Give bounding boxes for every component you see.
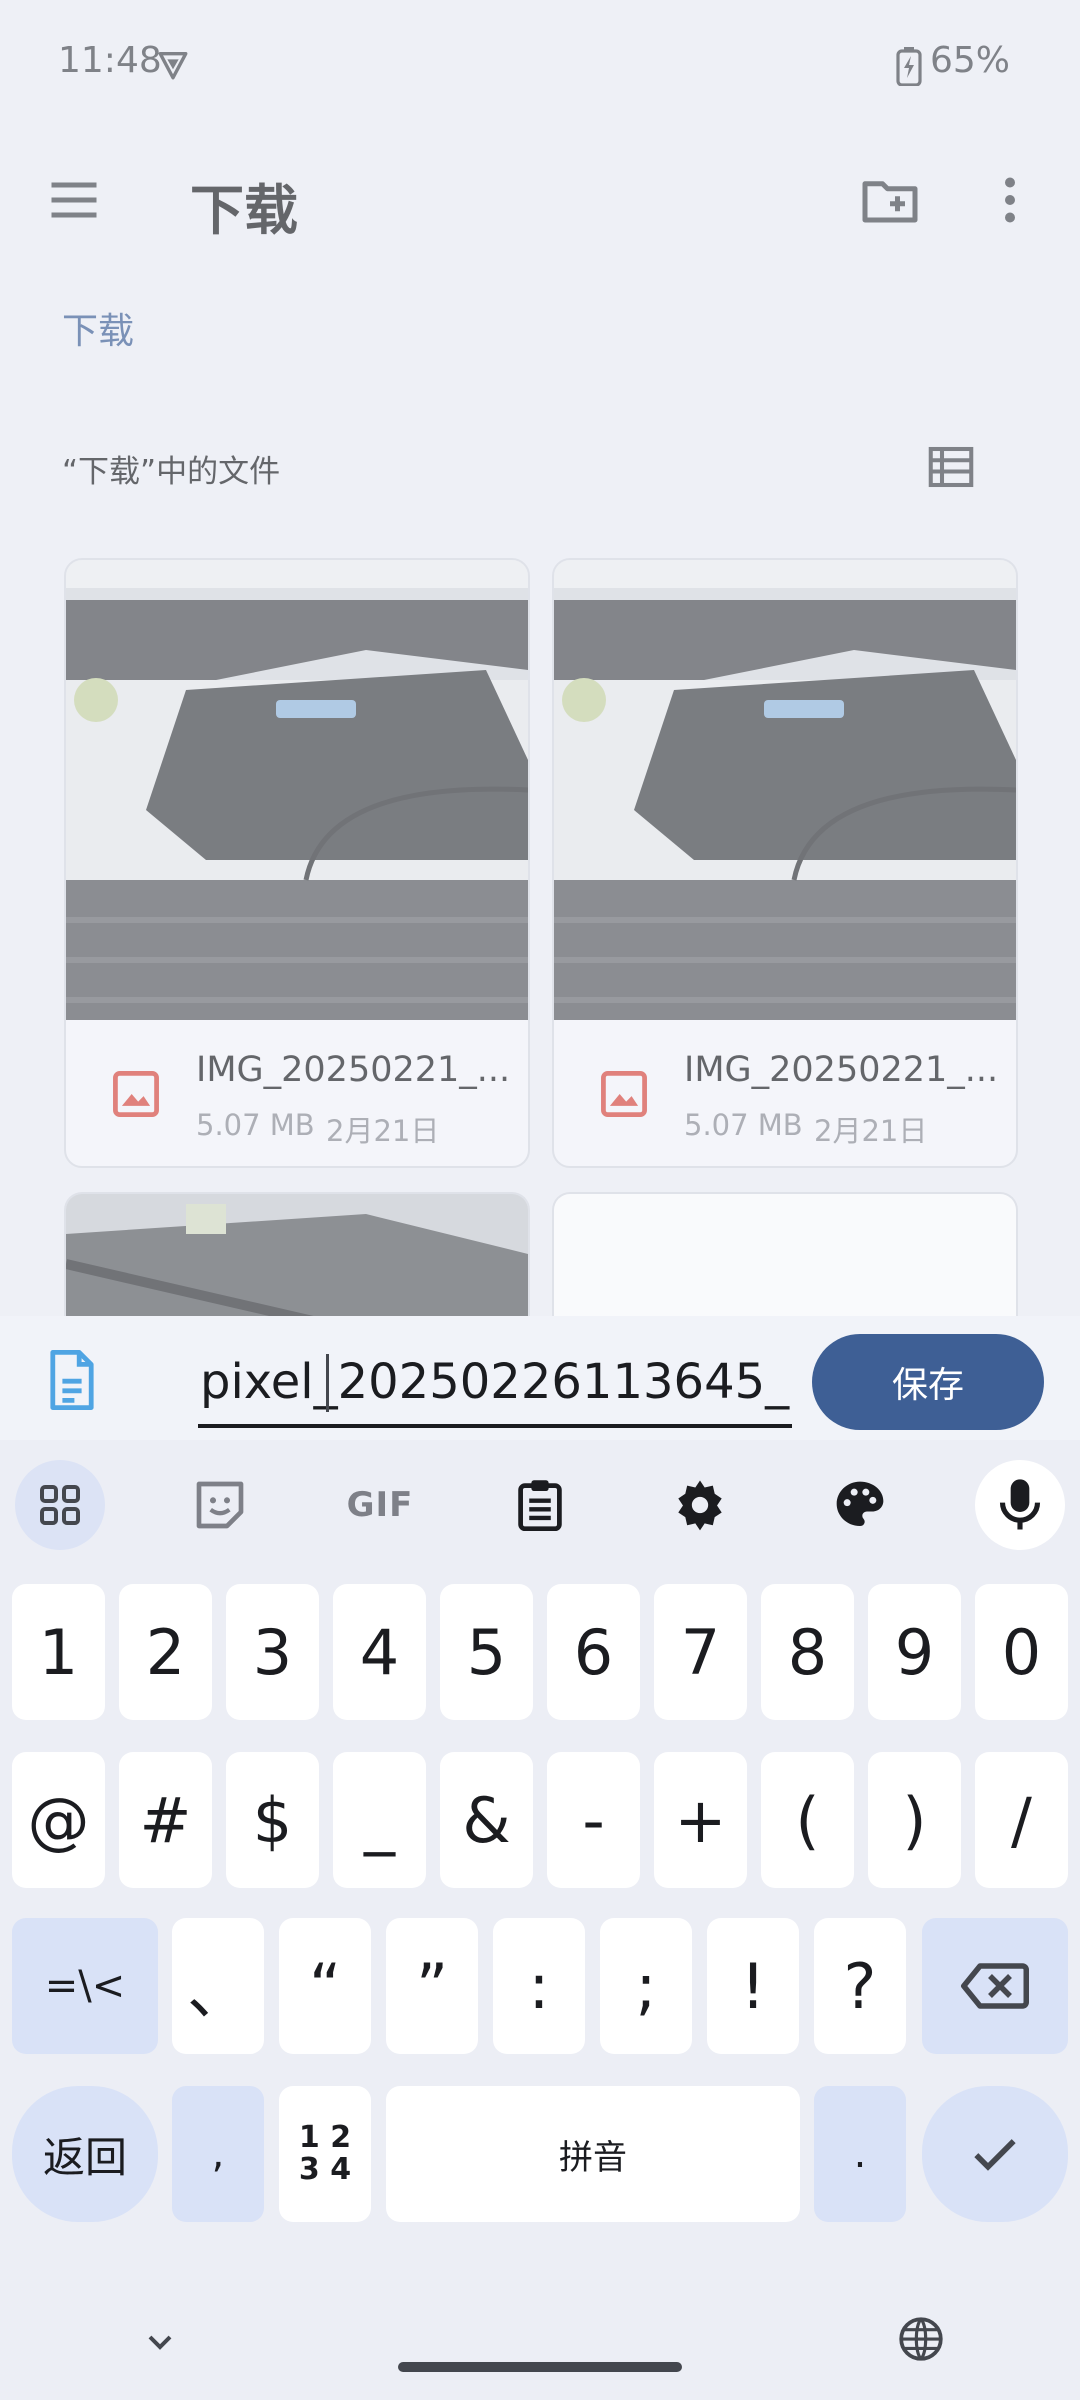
key-semicolon[interactable]: ; xyxy=(600,1918,692,2054)
theme-palette-icon[interactable] xyxy=(815,1460,905,1550)
key-plus[interactable]: + xyxy=(654,1752,747,1888)
checkmark-icon xyxy=(974,2139,1016,2171)
key-ideographic-comma[interactable]: 、 xyxy=(172,1918,264,2054)
key-at[interactable]: @ xyxy=(12,1752,105,1888)
text-cursor xyxy=(326,1354,329,1412)
key-2[interactable]: 2 xyxy=(119,1584,212,1720)
document-icon xyxy=(48,1350,96,1410)
key-right-quote[interactable]: ” xyxy=(386,1918,478,2054)
clipboard-icon[interactable] xyxy=(495,1460,585,1550)
key-0[interactable]: 0 xyxy=(975,1584,1068,1720)
key-question[interactable]: ? xyxy=(814,1918,906,2054)
gif-label: GIF xyxy=(346,1485,414,1525)
filename-input[interactable]: pixel_20250226113645_nmo xyxy=(198,1340,792,1428)
key-slash[interactable]: / xyxy=(975,1752,1068,1888)
home-indicator[interactable] xyxy=(398,2362,682,2372)
enter-key[interactable] xyxy=(922,2086,1068,2222)
apps-grid-icon[interactable] xyxy=(15,1460,105,1550)
hide-keyboard-icon[interactable] xyxy=(140,2322,180,2362)
key-right-paren[interactable]: ) xyxy=(868,1752,961,1888)
key-3[interactable]: 3 xyxy=(226,1584,319,1720)
key-comma[interactable]: , xyxy=(172,2086,264,2222)
key-4[interactable]: 4 xyxy=(333,1584,426,1720)
key-underscore[interactable]: _ xyxy=(333,1752,426,1888)
key-ampersand[interactable]: & xyxy=(440,1752,533,1888)
gif-button[interactable]: GIF xyxy=(335,1460,425,1550)
filename-value: pixel_20250226113645_nmo xyxy=(200,1354,792,1410)
settings-icon[interactable] xyxy=(655,1460,745,1550)
dim-overlay xyxy=(0,0,1080,1316)
save-button[interactable]: 保存 xyxy=(812,1334,1044,1430)
key-colon[interactable]: : xyxy=(493,1918,585,2054)
numpad-switch-label: 1 2 3 4 xyxy=(298,2120,352,2187)
symbols-switch-key[interactable]: =\< xyxy=(12,1918,158,2054)
space-key[interactable]: 拼音 xyxy=(386,2086,800,2222)
backspace-icon xyxy=(961,1963,1029,2009)
key-6[interactable]: 6 xyxy=(547,1584,640,1720)
microphone-icon[interactable] xyxy=(975,1460,1065,1550)
globe-icon[interactable] xyxy=(896,2314,946,2364)
key-7[interactable]: 7 xyxy=(654,1584,747,1720)
numpad-switch-key[interactable]: 1 2 3 4 xyxy=(279,2086,371,2222)
key-dollar[interactable]: $ xyxy=(226,1752,319,1888)
sticker-icon[interactable] xyxy=(175,1460,265,1550)
key-exclamation[interactable]: ! xyxy=(707,1918,799,2054)
key-left-paren[interactable]: ( xyxy=(761,1752,854,1888)
key-hyphen[interactable]: - xyxy=(547,1752,640,1888)
key-9[interactable]: 9 xyxy=(868,1584,961,1720)
back-key[interactable]: 返回 xyxy=(12,2086,158,2222)
key-left-quote[interactable]: “ xyxy=(279,1918,371,2054)
key-period[interactable]: . xyxy=(814,2086,906,2222)
key-hash[interactable]: # xyxy=(119,1752,212,1888)
key-8[interactable]: 8 xyxy=(761,1584,854,1720)
key-5[interactable]: 5 xyxy=(440,1584,533,1720)
backspace-key[interactable] xyxy=(922,1918,1068,2054)
key-1[interactable]: 1 xyxy=(12,1584,105,1720)
